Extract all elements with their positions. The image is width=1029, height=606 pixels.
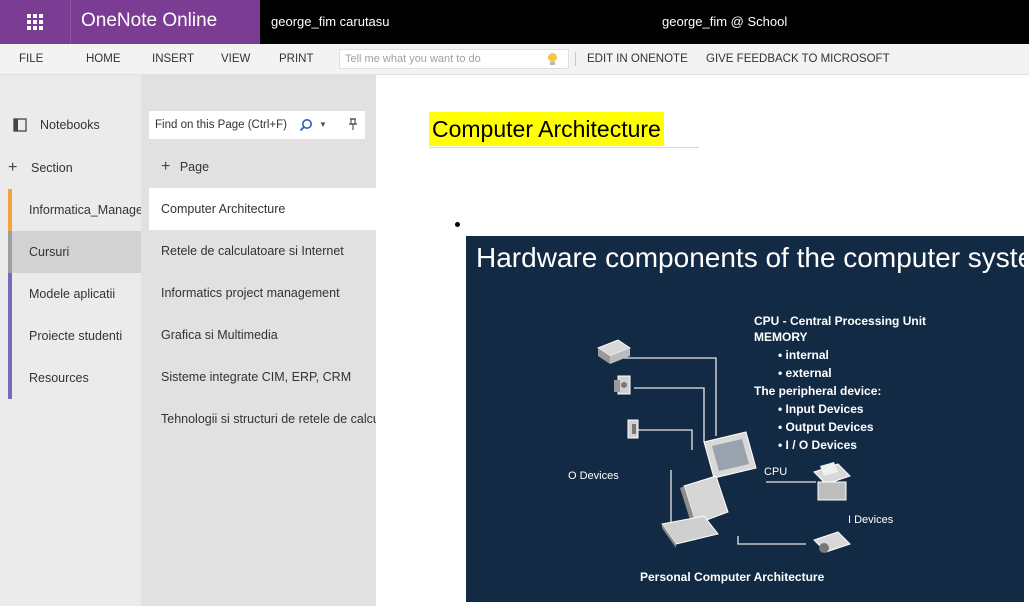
page-item-project-management[interactable]: Informatics project management — [149, 272, 376, 314]
tab-view[interactable]: VIEW — [221, 44, 250, 74]
user-account[interactable]: george_fim @ School — [662, 0, 787, 44]
slide-input-devices: • Input Devices — [778, 402, 864, 416]
section-label: Cursuri — [29, 245, 70, 259]
page-item-grafica[interactable]: Grafica si Multimedia — [149, 314, 376, 356]
slide-output-devices: • Output Devices — [778, 420, 874, 434]
top-bar: OneNote Online george_fim carutasu georg… — [0, 0, 1029, 44]
speaker-icon — [614, 375, 631, 395]
app-title[interactable]: OneNote Online — [70, 0, 260, 44]
search-icon[interactable] — [299, 118, 313, 132]
slide-memory-internal: • internal — [778, 348, 829, 362]
waffle-icon — [27, 14, 43, 30]
add-section-label: Section — [31, 161, 73, 175]
slide-memory-external: • external — [778, 366, 832, 380]
add-page-label: Page — [179, 160, 210, 174]
section-item-proiecte[interactable]: Proiecte studenti — [8, 315, 141, 357]
plus-icon: + — [8, 159, 18, 176]
section-color-bar — [8, 357, 12, 399]
page-item-tehnologii[interactable]: Tehnologii si structuri de retele de cal… — [149, 398, 376, 440]
find-on-page-input[interactable]: Find on this Page (Ctrl+F) ▼ — [149, 111, 365, 139]
section-color-bar — [8, 189, 12, 231]
notebooks-label: Notebooks — [40, 118, 100, 132]
give-feedback-button[interactable]: GIVE FEEDBACK TO MICROSOFT — [706, 44, 890, 74]
ribbon: FILE HOME INSERT VIEW PRINT Tell me what… — [0, 44, 1029, 75]
slide-label-i-devices: I Devices — [848, 514, 894, 526]
printer-icon — [813, 462, 851, 501]
ribbon-divider — [575, 52, 576, 66]
section-color-bar — [8, 231, 12, 273]
tell-me-input[interactable]: Tell me what you want to do — [339, 49, 569, 69]
slide-peripheral: The peripheral device: — [754, 384, 882, 398]
notebook-icon — [13, 118, 27, 132]
lightbulb-icon — [548, 53, 557, 65]
bullet-point — [455, 222, 460, 227]
section-label: Proiecte studenti — [29, 329, 123, 343]
plus-icon: + — [161, 158, 171, 175]
find-placeholder: Find on this Page (Ctrl+F) — [155, 119, 287, 131]
page-item-sisteme[interactable]: Sisteme integrate CIM, ERP, CRM — [149, 356, 376, 398]
pin-icon[interactable] — [347, 117, 359, 131]
add-page-button[interactable]: + Page — [149, 146, 376, 188]
section-item-resources[interactable]: Resources — [8, 357, 141, 399]
app-launcher-button[interactable] — [0, 0, 70, 44]
notebook-name-link[interactable]: george_fim carutasu — [271, 0, 390, 44]
section-label: Resources — [29, 371, 89, 385]
tab-print[interactable]: PRINT — [279, 44, 314, 74]
edit-in-onenote-button[interactable]: EDIT IN ONENOTE — [587, 44, 688, 74]
page-item-retele[interactable]: Retele de calculatoare si Internet — [149, 230, 376, 272]
slide-label-o-devices: O Devices — [568, 470, 619, 482]
section-label: Modele aplicatii — [29, 287, 116, 301]
monitor-icon — [703, 431, 757, 479]
scanner-icon — [596, 339, 632, 364]
slide-label-cpu: CPU — [764, 466, 788, 478]
slide-memory: MEMORY — [754, 330, 808, 344]
section-label: Informatica_Manager — [29, 203, 141, 217]
section-item-informatica[interactable]: Informatica_Manager — [8, 189, 141, 231]
add-section-button[interactable]: + Section — [0, 153, 141, 183]
tab-insert[interactable]: INSERT — [152, 44, 194, 74]
tab-file[interactable]: FILE — [19, 44, 43, 74]
slide-image[interactable]: Hardware components of the computer syst… — [466, 236, 1029, 602]
slide-io-devices: • I / O Devices — [778, 438, 857, 452]
page-item-computer-architecture[interactable]: Computer Architecture — [149, 188, 376, 230]
chevron-down-icon[interactable]: ▼ — [319, 111, 327, 139]
section-item-cursuri[interactable]: Cursuri — [8, 231, 141, 273]
section-color-bar — [8, 315, 12, 357]
notebooks-button[interactable]: Notebooks — [0, 110, 141, 140]
section-color-bar — [8, 273, 12, 315]
disk-drive-icon — [627, 419, 639, 439]
projector-icon — [813, 531, 851, 553]
tab-home[interactable]: HOME — [86, 44, 121, 74]
slide-cpu-line: CPU - Central Processing Unit — [754, 314, 927, 328]
page-title[interactable]: Computer Architecture — [429, 112, 664, 146]
title-underline — [429, 147, 699, 148]
section-item-modele[interactable]: Modele aplicatii — [8, 273, 141, 315]
slide-caption: Personal Computer Architecture — [640, 570, 825, 584]
architecture-diagram — [596, 339, 851, 553]
